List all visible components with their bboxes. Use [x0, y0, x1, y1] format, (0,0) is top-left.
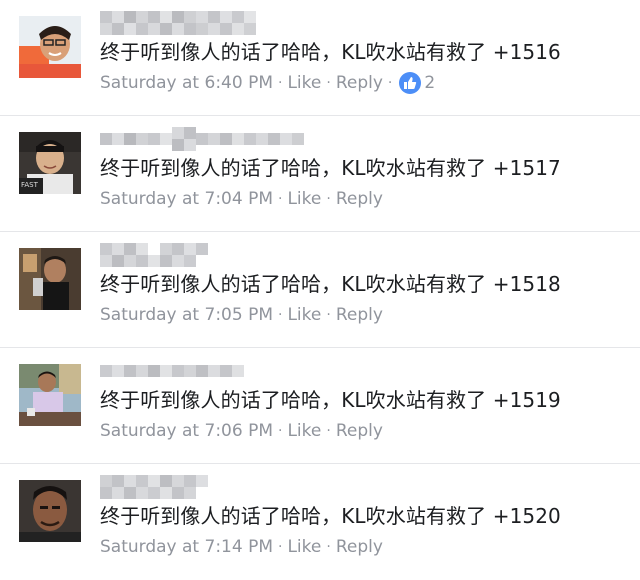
comment-meta: Saturday at 7:05 PM · Like · Reply	[100, 303, 383, 327]
reply-link[interactable]: Reply	[336, 71, 383, 95]
reaction-count: 2	[424, 73, 436, 93]
comment-timestamp[interactable]: Saturday at 7:04 PM	[100, 187, 273, 211]
separator: ·	[326, 307, 331, 323]
thumbs-up-icon	[399, 72, 422, 94]
separator: ·	[387, 75, 393, 91]
like-link[interactable]: Like	[287, 419, 321, 443]
separator: ·	[326, 423, 331, 439]
separator: ·	[278, 75, 283, 91]
comment-text: 终于听到像人的话了哈哈，KL吹水站有救了 +1518	[100, 272, 561, 296]
comment-meta: Saturday at 7:06 PM · Like · Reply	[100, 419, 383, 443]
separator: ·	[326, 539, 331, 555]
reaction-badge[interactable]: 2	[399, 71, 435, 95]
comment-text: 终于听到像人的话了哈哈，KL吹水站有救了 +1517	[100, 156, 561, 180]
comment-list: 终于听到像人的话了哈哈，KL吹水站有救了 +1516 Saturday at 6…	[0, 0, 640, 572]
separator: ·	[278, 307, 283, 323]
comment-text: 终于听到像人的话了哈哈，KL吹水站有救了 +1520	[100, 504, 561, 528]
comment-item: FAST 终于听到像人的话了哈哈，KL吹水站有救了 +1517 Saturday…	[0, 116, 640, 232]
author-name-redacted[interactable]	[100, 11, 310, 35]
reply-link[interactable]: Reply	[336, 187, 383, 211]
like-link[interactable]: Like	[287, 187, 321, 211]
separator: ·	[326, 75, 331, 91]
comment-meta: Saturday at 7:14 PM · Like · Reply	[100, 535, 383, 559]
like-link[interactable]: Like	[287, 71, 321, 95]
svg-text:FAST: FAST	[21, 181, 39, 189]
comment-item: 终于听到像人的话了哈哈，KL吹水站有救了 +1520 Saturday at 7…	[0, 464, 640, 580]
comment-text: 终于听到像人的话了哈哈，KL吹水站有救了 +1516	[100, 40, 561, 64]
comment-timestamp[interactable]: Saturday at 7:06 PM	[100, 419, 273, 443]
separator: ·	[278, 539, 283, 555]
avatar[interactable]	[19, 16, 81, 78]
comment-item: 终于听到像人的话了哈哈，KL吹水站有救了 +1516 Saturday at 6…	[0, 0, 640, 116]
like-link[interactable]: Like	[287, 303, 321, 327]
separator: ·	[278, 423, 283, 439]
comment-timestamp[interactable]: Saturday at 6:40 PM	[100, 71, 273, 95]
comment-timestamp[interactable]: Saturday at 7:14 PM	[100, 535, 273, 559]
author-name-redacted[interactable]	[100, 127, 310, 151]
avatar[interactable]	[19, 248, 81, 310]
comment-item: 终于听到像人的话了哈哈，KL吹水站有救了 +1518 Saturday at 7…	[0, 232, 640, 348]
comment-text: 终于听到像人的话了哈哈，KL吹水站有救了 +1519	[100, 388, 561, 412]
reply-link[interactable]: Reply	[336, 419, 383, 443]
separator: ·	[278, 191, 283, 207]
author-name-redacted[interactable]	[100, 475, 310, 499]
separator: ·	[326, 191, 331, 207]
comment-item: 终于听到像人的话了哈哈，KL吹水站有救了 +1519 Saturday at 7…	[0, 348, 640, 464]
comment-timestamp[interactable]: Saturday at 7:05 PM	[100, 303, 273, 327]
avatar[interactable]	[19, 364, 81, 426]
avatar[interactable]: FAST	[19, 132, 81, 194]
comment-meta: Saturday at 6:40 PM · Like · Reply · 2	[100, 71, 435, 95]
avatar[interactable]	[19, 480, 81, 542]
reply-link[interactable]: Reply	[336, 535, 383, 559]
comment-meta: Saturday at 7:04 PM · Like · Reply	[100, 187, 383, 211]
reply-link[interactable]: Reply	[336, 303, 383, 327]
author-name-redacted[interactable]	[100, 243, 310, 267]
author-name-redacted[interactable]	[100, 359, 310, 383]
like-link[interactable]: Like	[287, 535, 321, 559]
